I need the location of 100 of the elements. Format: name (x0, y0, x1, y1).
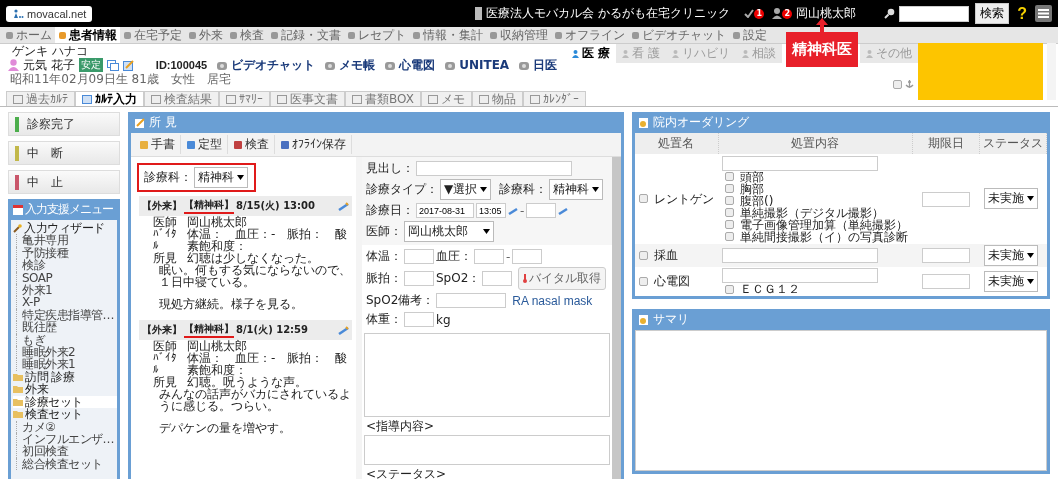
menu-item[interactable]: 初回検査 (16, 445, 117, 458)
menu-item[interactable]: 亀井専用 (16, 234, 117, 247)
menu-item[interactable]: 外来 (13, 383, 117, 396)
checkbox[interactable] (639, 250, 648, 260)
scrollbar[interactable] (356, 157, 362, 479)
checkbox[interactable] (893, 79, 902, 89)
nav-tab[interactable]: 外来 (185, 27, 226, 43)
nav-tab[interactable]: ホーム (2, 27, 55, 43)
patient-link[interactable]: 日医 (533, 58, 558, 72)
record-tab[interactable]: メモ (420, 91, 472, 106)
checkbox[interactable] (725, 220, 734, 229)
nav-tab[interactable]: 設定 (729, 27, 770, 43)
menu-item[interactable]: 診療セット (13, 395, 117, 409)
record-tab[interactable]: ｻﾏﾘｰ (219, 91, 270, 106)
checkbox[interactable] (725, 208, 734, 217)
checkbox[interactable] (639, 276, 648, 286)
type-select[interactable]: ▼選択 (440, 179, 492, 200)
record-tab[interactable]: ｶﾚﾝﾀﾞｰ (522, 91, 586, 106)
nav-tab[interactable]: 在宅予定 (120, 27, 185, 43)
time-field[interactable] (526, 203, 557, 218)
blood-pressure-field[interactable] (474, 249, 504, 264)
status-select[interactable]: 未実施 (983, 188, 1038, 210)
record-tab[interactable]: 検査結果 (144, 91, 219, 106)
checkbox[interactable] (725, 196, 734, 205)
patient-link[interactable]: ビデオチャット (231, 58, 316, 72)
toolbar-button[interactable]: 検査 (228, 135, 275, 154)
checkbox[interactable] (639, 194, 648, 204)
note-textarea[interactable] (364, 333, 610, 417)
menu-item[interactable]: カメ② (16, 420, 117, 433)
spo2-note-field[interactable] (436, 293, 507, 308)
menu-item[interactable]: もぎ (16, 333, 117, 347)
spo2-field[interactable] (482, 271, 513, 286)
menu-item[interactable]: X-P (16, 296, 117, 309)
menu-item[interactable]: 総合検査セット (16, 457, 117, 471)
menu-item[interactable]: 既往歴 (16, 321, 117, 334)
menu-item[interactable]: 睡眠外来1 (16, 358, 117, 371)
order-content-field[interactable] (722, 155, 878, 171)
menu-item[interactable]: 検査セット (13, 408, 117, 421)
order-content-field[interactable] (722, 268, 878, 283)
time-field[interactable]: 13:05 (476, 203, 506, 218)
menu-item[interactable]: 入力ウィザード (13, 222, 117, 235)
help-link[interactable]: ? (1017, 4, 1027, 23)
checkbox[interactable] (725, 184, 734, 193)
toolbar-button[interactable]: 手書 (134, 135, 181, 154)
menu-item[interactable]: 外来1 (16, 284, 117, 297)
department-select[interactable]: 精神科 (549, 179, 604, 200)
order-content-field[interactable] (722, 247, 878, 263)
patient-link[interactable]: UNITEA (459, 58, 510, 72)
scrollbar[interactable] (1047, 43, 1056, 100)
pen-icon[interactable] (558, 206, 569, 215)
menu-item[interactable]: インフルエンザ… (16, 432, 117, 446)
menu-item[interactable]: 特定疾患指導管… (16, 308, 117, 322)
checkbox[interactable] (725, 232, 734, 241)
nav-tab[interactable]: レセプト (344, 27, 409, 43)
guidance-textarea[interactable] (364, 435, 610, 465)
department-select[interactable]: 精神科 (194, 167, 248, 188)
action-button[interactable]: 診察完了 (8, 112, 120, 136)
menu-item[interactable]: SOAP (16, 271, 117, 285)
nav-tab[interactable]: 患者情報 (55, 27, 120, 43)
record-tab[interactable]: 書類BOX (345, 91, 421, 106)
nav-tab[interactable]: ビデオチャット (628, 27, 729, 43)
toolbar-button[interactable]: ｵﾌﾗｲﾝ保存 (275, 135, 352, 154)
menu-icon[interactable] (1035, 5, 1052, 22)
status-select[interactable]: 未実施 (983, 270, 1038, 292)
due-date-field[interactable] (921, 191, 970, 207)
toolbar-button[interactable]: 定型 (181, 135, 228, 154)
menu-item[interactable]: 予防接種 (16, 246, 117, 260)
record-tab[interactable]: 医事文書 (270, 91, 345, 106)
status-select[interactable]: 未実施 (983, 244, 1038, 266)
nav-tab[interactable]: 収納管理 (486, 27, 551, 43)
date-field[interactable]: 2017-08-31 (416, 203, 474, 218)
blood-pressure-field[interactable] (512, 249, 543, 264)
search-button[interactable]: 検索 (975, 3, 1010, 24)
pen-icon[interactable] (508, 206, 518, 215)
patient-link[interactable]: 心電図 (399, 58, 436, 72)
checkmark-icon[interactable] (744, 9, 755, 18)
temperature-field[interactable] (404, 249, 434, 264)
nav-tab[interactable]: 情報・集計 (409, 27, 486, 43)
edit-icon[interactable] (338, 325, 349, 335)
search-field[interactable] (899, 5, 970, 22)
action-button[interactable]: 中 断 (8, 141, 120, 165)
record-tab[interactable]: ｶﾙﾃ入力 (75, 91, 144, 106)
doctor-select[interactable]: 岡山桃太郎 (404, 221, 494, 242)
due-date-field[interactable] (921, 247, 970, 263)
windows-icon[interactable] (106, 59, 119, 71)
logo[interactable]: movacal.net (6, 5, 93, 22)
edit-icon[interactable] (122, 59, 134, 71)
menu-item[interactable]: 睡眠外来2 (16, 346, 117, 359)
vitals-button[interactable]: バイタル取得 (518, 267, 607, 290)
user-name[interactable]: 岡山桃太郎 (796, 5, 857, 22)
action-button[interactable]: 中 止 (8, 170, 120, 194)
due-date-field[interactable] (921, 274, 970, 289)
record-tab[interactable]: 物品 (471, 91, 523, 106)
menu-item[interactable]: 訪問 診療 (13, 370, 117, 384)
menu-item[interactable]: 検診 (16, 259, 117, 272)
edit-icon[interactable] (338, 201, 349, 211)
weight-field[interactable] (404, 312, 434, 327)
nav-tab[interactable]: オフライン (551, 27, 628, 43)
nav-tab[interactable]: 検査 (226, 27, 267, 43)
anchor-icon[interactable] (905, 79, 914, 89)
